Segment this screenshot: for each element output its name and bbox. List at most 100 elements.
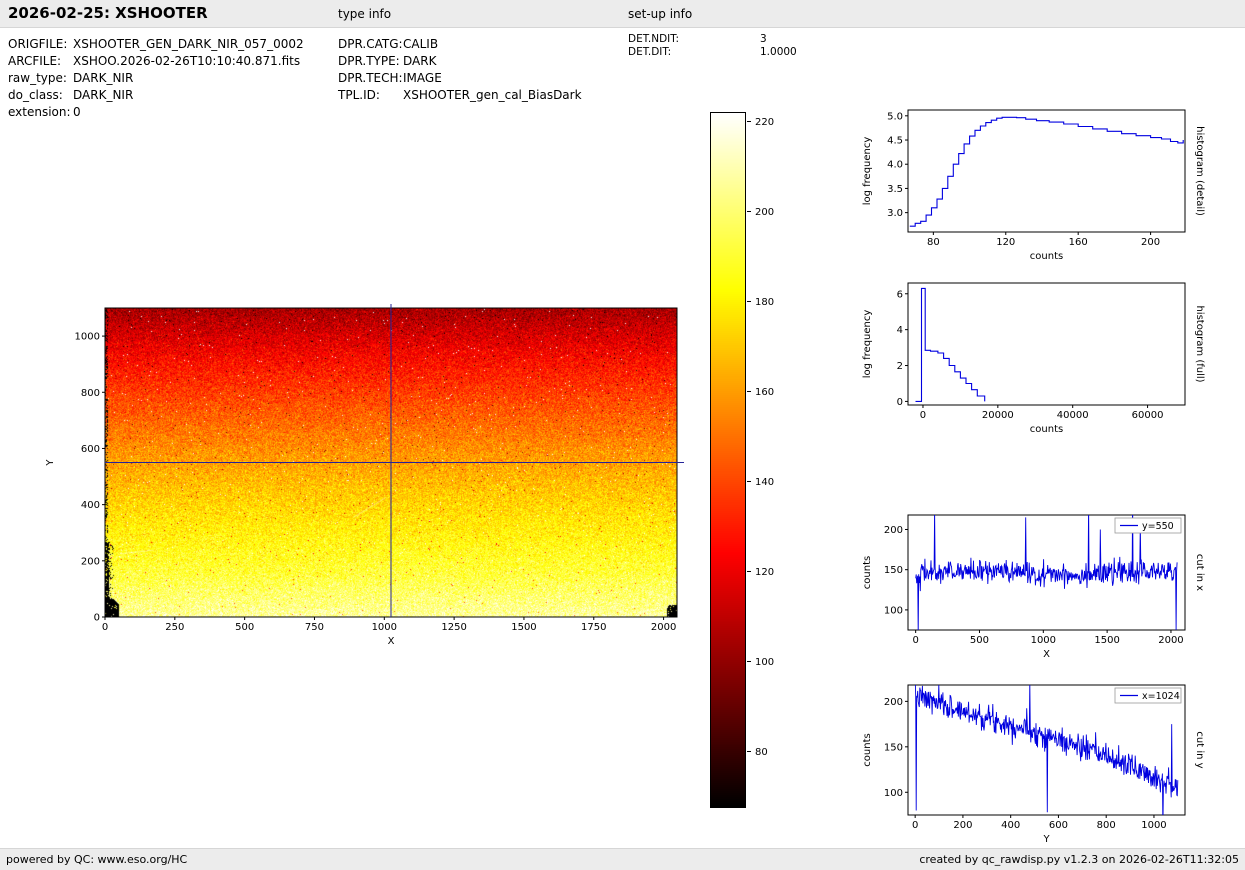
- svg-text:800: 800: [1097, 820, 1116, 831]
- page-title: 2026-02-25: XSHOOTER: [8, 4, 208, 22]
- svg-text:y=550: y=550: [1142, 521, 1174, 532]
- svg-text:4.5: 4.5: [887, 136, 903, 147]
- svg-text:100: 100: [884, 605, 903, 616]
- qc-report-page: 2026-02-25: XSHOOTER type info set-up in…: [0, 0, 1245, 870]
- type-info-heading: type info: [338, 7, 391, 21]
- metadata-key: extension:: [8, 104, 73, 121]
- svg-text:400: 400: [1001, 820, 1020, 831]
- svg-text:5.0: 5.0: [887, 111, 903, 122]
- svg-text:0: 0: [912, 820, 918, 831]
- colorbar-tick-labels: 80100120140160180200220: [747, 112, 807, 808]
- setup-info-list: DET.NDIT:3DET.DIT:1.0000: [628, 33, 797, 59]
- metadata-key: raw_type:: [8, 70, 73, 87]
- svg-text:150: 150: [884, 565, 903, 576]
- svg-text:1500: 1500: [1094, 635, 1119, 646]
- svg-text:160: 160: [755, 387, 774, 398]
- file-info-list: ORIGFILE:XSHOOTER_GEN_DARK_NIR_057_0002A…: [8, 36, 304, 121]
- metadata-value: XSHOO.2026-02-26T10:10:40.871.fits: [73, 53, 300, 70]
- metadata-value: DARK: [403, 53, 436, 70]
- footer-powered-by: powered by QC: www.eso.org/HC: [6, 853, 187, 866]
- svg-text:1250: 1250: [441, 622, 466, 633]
- metadata-row: raw_type:DARK_NIR: [8, 70, 304, 87]
- cut-in-x-plot: 0500100015002000100150200Xcountscut in x…: [858, 503, 1238, 675]
- svg-text:counts: counts: [862, 556, 873, 589]
- metadata-key: TPL.ID:: [338, 87, 403, 104]
- svg-text:500: 500: [235, 622, 254, 633]
- svg-text:histogram (detail): histogram (detail): [1194, 126, 1205, 216]
- setup-info-heading: set-up info: [628, 7, 692, 21]
- metadata-value: DARK_NIR: [73, 87, 133, 104]
- svg-text:X: X: [1043, 649, 1050, 660]
- svg-text:1000: 1000: [1031, 635, 1056, 646]
- metadata-row: extension:0: [8, 104, 304, 121]
- svg-text:80: 80: [755, 747, 768, 758]
- metadata-key: do_class:: [8, 87, 73, 104]
- metadata-key: DPR.TECH:: [338, 70, 403, 87]
- svg-text:1000: 1000: [75, 332, 100, 343]
- metadata-value: CALIB: [403, 36, 438, 53]
- metadata-row: DET.NDIT:3: [628, 33, 797, 46]
- svg-text:140: 140: [755, 477, 774, 488]
- svg-text:counts: counts: [1030, 251, 1063, 262]
- metadata-value: 0: [73, 104, 81, 121]
- metadata-value: 3: [760, 33, 767, 46]
- svg-text:500: 500: [970, 635, 989, 646]
- main-image-axes: 0250500750100012501500175020000200400600…: [40, 290, 720, 662]
- svg-text:0: 0: [897, 397, 903, 408]
- svg-text:counts: counts: [1030, 424, 1063, 435]
- svg-text:0: 0: [912, 635, 918, 646]
- histogram-detail-plot: 801201602003.03.54.04.55.0countslog freq…: [858, 98, 1238, 283]
- svg-text:log frequency: log frequency: [862, 310, 873, 379]
- svg-text:20000: 20000: [982, 410, 1014, 421]
- metadata-key: DET.DIT:: [628, 46, 760, 59]
- svg-text:0: 0: [102, 622, 108, 633]
- metadata-row: DET.DIT:1.0000: [628, 46, 797, 59]
- metadata-row: DPR.CATG:CALIB: [338, 36, 582, 53]
- svg-text:histogram (full): histogram (full): [1194, 305, 1205, 382]
- svg-text:600: 600: [81, 444, 100, 455]
- metadata-row: ARCFILE:XSHOO.2026-02-26T10:10:40.871.fi…: [8, 53, 304, 70]
- histogram-full-plot: 02000040000600000246countslog frequencyh…: [858, 271, 1238, 456]
- metadata-row: TPL.ID:XSHOOTER_gen_cal_BiasDark: [338, 87, 582, 104]
- svg-text:100: 100: [884, 788, 903, 799]
- svg-text:1750: 1750: [581, 622, 606, 633]
- metadata-row: do_class:DARK_NIR: [8, 87, 304, 104]
- header-bar: 2026-02-25: XSHOOTER type info set-up in…: [0, 0, 1245, 28]
- svg-text:40000: 40000: [1057, 410, 1089, 421]
- svg-text:180: 180: [755, 297, 774, 308]
- metadata-row: DPR.TECH:IMAGE: [338, 70, 582, 87]
- svg-text:2000: 2000: [1158, 635, 1183, 646]
- metadata-key: DPR.TYPE:: [338, 53, 403, 70]
- metadata-value: DARK_NIR: [73, 70, 133, 87]
- svg-text:100: 100: [755, 657, 774, 668]
- metadata-key: ORIGFILE:: [8, 36, 73, 53]
- svg-text:220: 220: [755, 117, 774, 128]
- metadata-value: XSHOOTER_GEN_DARK_NIR_057_0002: [73, 36, 304, 53]
- footer-created-by: created by qc_rawdisp.py v1.2.3 on 2026-…: [919, 853, 1239, 866]
- metadata-value: 1.0000: [760, 46, 797, 59]
- svg-text:Y: Y: [1042, 834, 1050, 845]
- svg-text:800: 800: [81, 388, 100, 399]
- svg-text:4: 4: [897, 325, 903, 336]
- svg-text:1000: 1000: [372, 622, 397, 633]
- svg-text:600: 600: [1049, 820, 1068, 831]
- svg-text:2: 2: [897, 361, 903, 372]
- svg-text:200: 200: [1141, 237, 1160, 248]
- cut-in-y-plot: 02004006008001000100150200Ycountscut in …: [858, 673, 1238, 848]
- metadata-key: DPR.CATG:: [338, 36, 403, 53]
- svg-text:750: 750: [305, 622, 324, 633]
- metadata-key: ARCFILE:: [8, 53, 73, 70]
- svg-text:200: 200: [953, 820, 972, 831]
- colorbar: [710, 112, 746, 808]
- svg-text:X: X: [388, 636, 395, 647]
- svg-text:counts: counts: [862, 733, 873, 766]
- metadata-row: ORIGFILE:XSHOOTER_GEN_DARK_NIR_057_0002: [8, 36, 304, 53]
- svg-text:log frequency: log frequency: [862, 137, 873, 206]
- svg-text:200: 200: [755, 207, 774, 218]
- type-info-list: DPR.CATG:CALIBDPR.TYPE:DARKDPR.TECH:IMAG…: [338, 36, 582, 104]
- svg-text:6: 6: [897, 289, 903, 300]
- svg-text:cut in y: cut in y: [1194, 731, 1205, 768]
- metadata-key: DET.NDIT:: [628, 33, 760, 46]
- svg-text:Y: Y: [45, 459, 56, 467]
- metadata-value: XSHOOTER_gen_cal_BiasDark: [403, 87, 582, 104]
